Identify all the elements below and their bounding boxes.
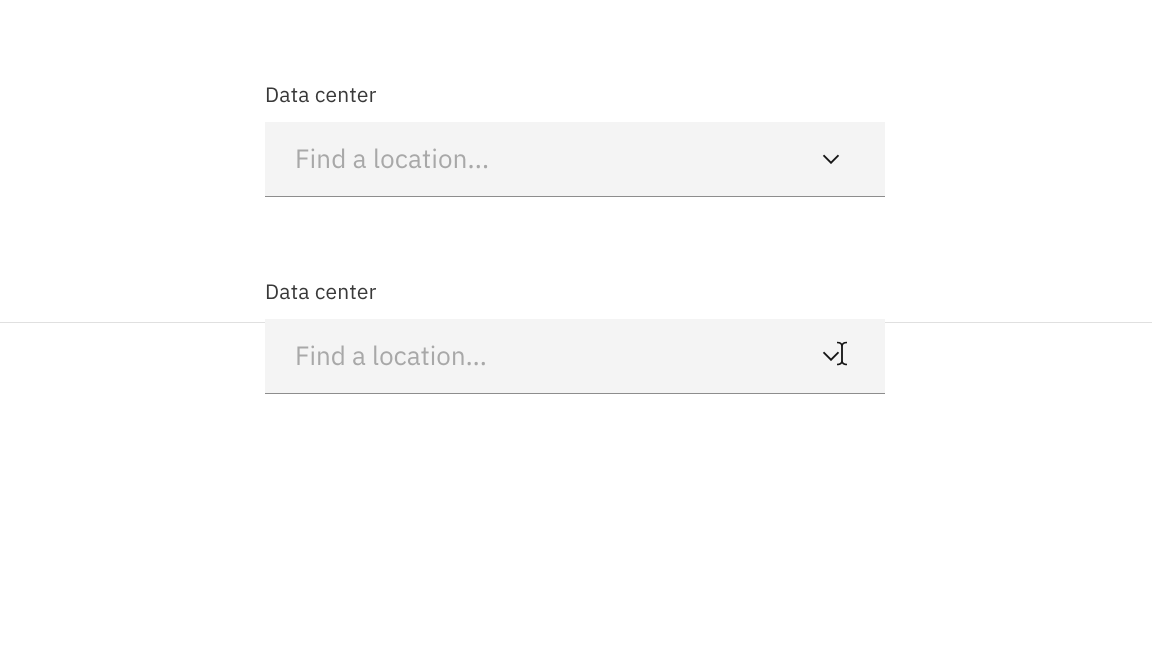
- dropdown-section-hover: Data center: [0, 197, 1152, 394]
- dropdown-placeholder: Find a location...: [295, 142, 819, 176]
- location-dropdown[interactable]: [265, 319, 885, 394]
- field-label: Data center: [265, 277, 1152, 305]
- chevron-down-icon: [819, 147, 843, 171]
- location-dropdown[interactable]: Find a location...: [265, 122, 885, 197]
- chevron-down-icon: [819, 344, 843, 368]
- dropdown-section-default: Data center Find a location...: [0, 0, 1152, 197]
- field-label: Data center: [265, 80, 1152, 108]
- location-input[interactable]: [265, 319, 885, 393]
